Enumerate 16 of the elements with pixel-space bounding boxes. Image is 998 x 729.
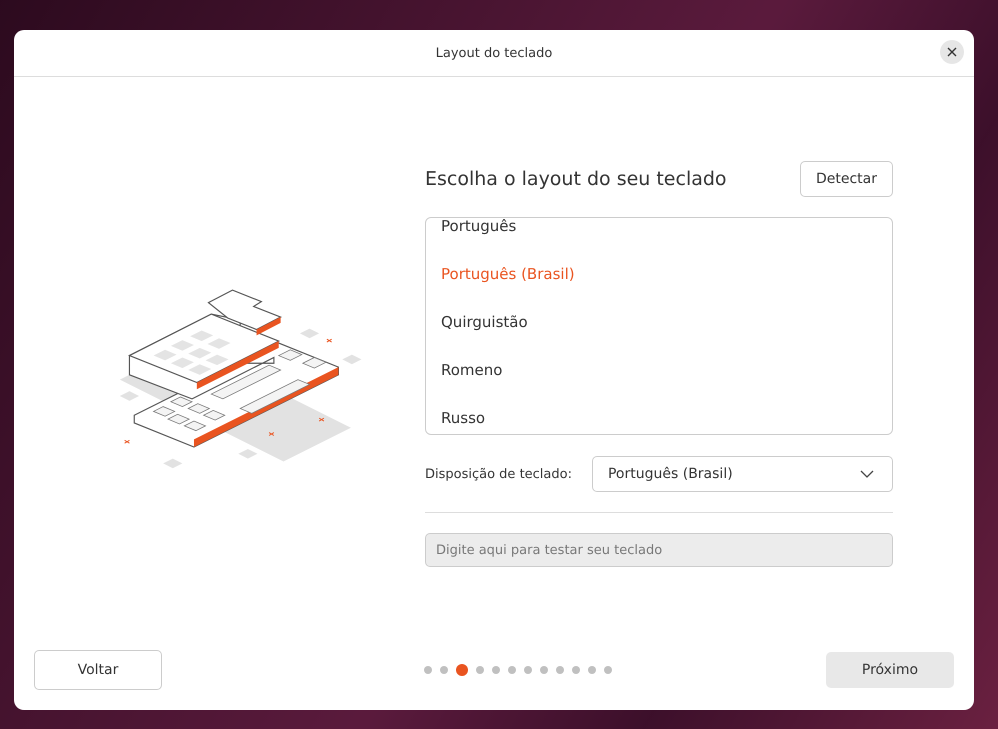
layout-list-item[interactable]: Russo: [426, 394, 892, 434]
layout-list-item[interactable]: Português (Brasil): [426, 250, 892, 298]
window-title: Layout do teclado: [436, 46, 552, 60]
back-button[interactable]: Voltar: [34, 650, 162, 690]
layout-list-item[interactable]: Português: [426, 218, 892, 250]
variant-label: Disposição de teclado:: [425, 466, 572, 482]
chevron-down-icon: [860, 470, 874, 478]
layout-list-item[interactable]: Quirguistão: [426, 298, 892, 346]
section-heading: Escolha o layout do seu teclado: [425, 168, 727, 190]
next-button[interactable]: Próximo: [826, 652, 954, 688]
variant-dropdown[interactable]: Português (Brasil): [592, 456, 893, 492]
detect-button[interactable]: Detectar: [800, 161, 893, 197]
close-icon: [947, 47, 957, 57]
layout-list-item[interactable]: Romeno: [426, 346, 892, 394]
close-button[interactable]: [940, 40, 964, 64]
test-input-field[interactable]: Digite aqui para testar seu teclado: [425, 533, 893, 567]
